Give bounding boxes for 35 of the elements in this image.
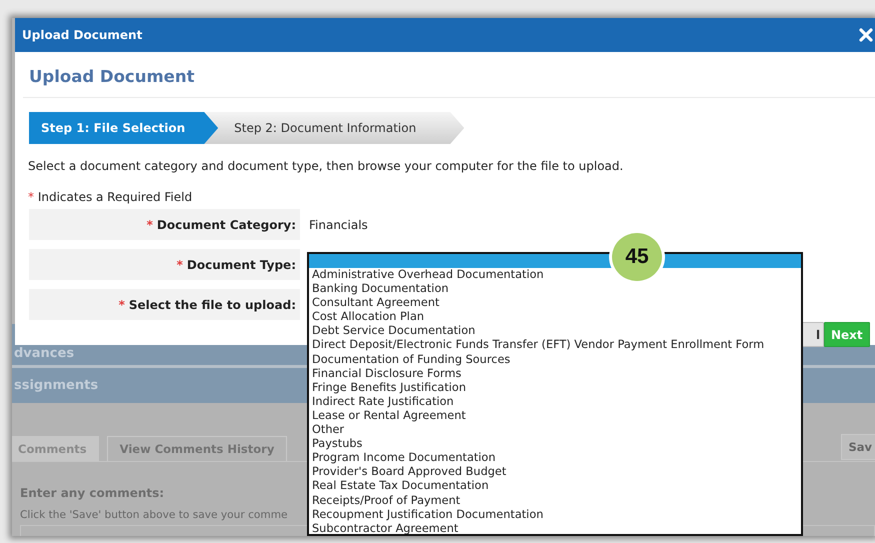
dropdown-option[interactable]: Debt Service Documentation [309,324,801,338]
required-mark: * [176,258,183,272]
comments-label: Enter any comments: [20,486,164,500]
dropdown-option[interactable]: Consultant Agreement [309,296,801,310]
dropdown-option[interactable]: Documentation of Funding Sources [309,352,801,367]
dropdown-option[interactable]: Subcontractor Agreement [309,522,801,536]
dropdown-option[interactable]: Paystubs [309,437,801,452]
field-label: Document Category: [156,218,296,232]
field-label: Document Type: [186,258,296,272]
required-mark: * [146,218,153,232]
dropdown-option[interactable]: Receipts/Proof of Payment [309,494,801,508]
dropdown-option[interactable]: Cost Allocation Plan [309,310,801,324]
dropdown-option[interactable]: Program Income Documentation [309,451,801,466]
required-mark: * [28,190,34,204]
dropdown-option[interactable]: Fringe Benefits Justification [309,380,801,395]
dropdown-option[interactable]: Banking Documentation [309,282,801,296]
instructions-text: Select a document category and document type, then browse your computer for the file to upload. [28,159,624,173]
dropdown-option[interactable]: Provider's Board Approved Budget [309,465,801,480]
wizard-step[interactable]: Step 1: File Selection [29,112,218,144]
dropdown-option[interactable]: Recoupment Justification Documentation [309,508,801,522]
window-title: Upload Document [22,28,142,42]
dropdown-option[interactable]: Indirect Rate Justification [309,394,801,409]
required-note: Indicates a Required Field [36,190,192,204]
field-label: Select the file to upload: [128,298,296,312]
dropdown-option[interactable]: Financial Disclosure Forms [309,366,801,381]
dropdown-option[interactable]: Other [309,423,801,438]
dropdown-option[interactable]: Lease or Rental Agreement [309,408,801,424]
required-mark: * [118,298,125,312]
close-icon[interactable] [859,28,873,42]
dropdown-option[interactable]: Direct Deposit/Electronic Funds Transfer (EFT) Vendor Payment Enrollment Form [309,338,801,353]
dialog-heading: Upload Document [29,67,196,86]
field-value: Financials [309,218,368,232]
wizard-step[interactable]: Step 2: Document Information [204,112,464,144]
dropdown-option[interactable]: Real Estate Tax Documentation [309,479,801,494]
comments-hint: Click the 'Save' button above to save your comme [20,509,288,521]
